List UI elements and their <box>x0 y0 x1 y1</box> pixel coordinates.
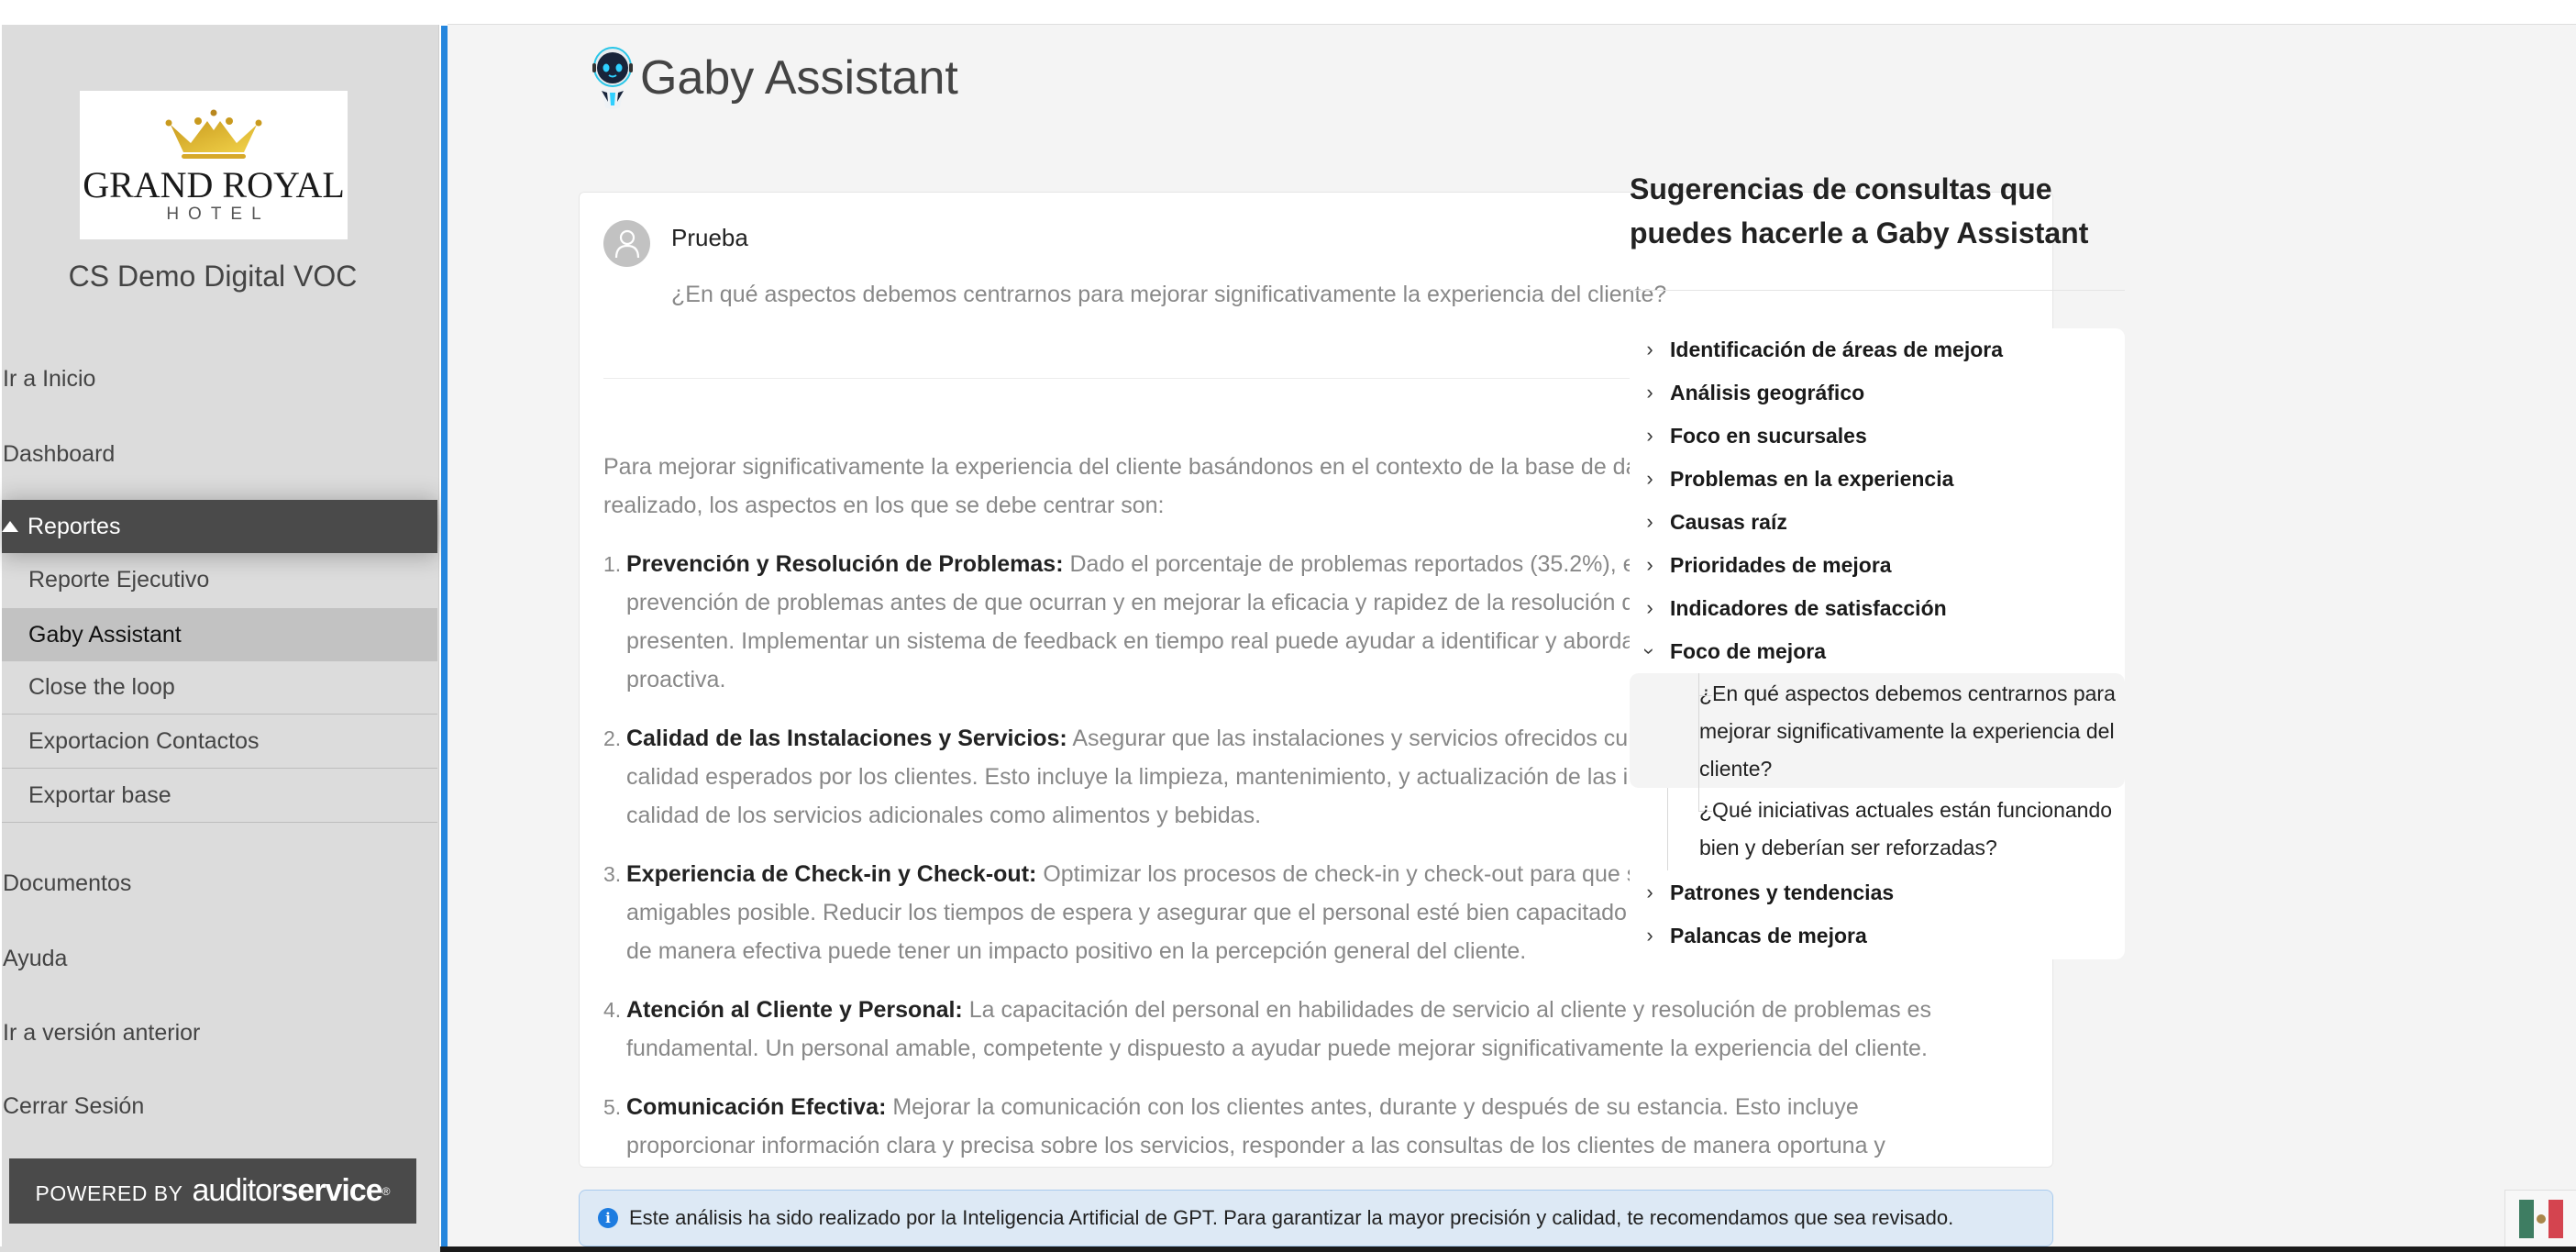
category-label: Patrones y tendencias <box>1670 880 1895 904</box>
nav-subitem-exportar-base[interactable]: Exportar base <box>2 770 437 823</box>
crown-icon <box>165 109 262 159</box>
nav-subitem-close-the-loop[interactable]: Close the loop <box>2 661 437 715</box>
nav-item-version-anterior[interactable]: Ir a versión anterior <box>2 1020 439 1047</box>
point-number: 1. <box>603 552 622 576</box>
suggestions-title: Sugerencias de consultas que puedes hace… <box>1630 172 2089 249</box>
user-name: Prueba <box>671 224 748 251</box>
user-message-text: ¿En qué aspectos debemos centrarnos para… <box>671 282 1667 307</box>
suggestion-category[interactable]: › Causas raíz <box>1630 501 2125 543</box>
powered-by-brand-bold: service <box>281 1173 382 1208</box>
point-title: Experiencia de Check-in y Check-out: <box>626 861 1037 887</box>
category-label: Foco de mejora <box>1670 638 1826 663</box>
suggestion-category-expanded[interactable]: › Foco de mejora <box>1630 630 2125 672</box>
top-strip <box>0 0 2576 24</box>
nav-subitem-reporte-ejecutivo[interactable]: Reporte Ejecutivo <box>2 553 437 606</box>
ai-disclaimer-banner: i Este análisis ha sido realizado por la… <box>579 1190 2053 1246</box>
suggestion-category[interactable]: › Palancas de mejora <box>1630 914 2125 957</box>
main-content: Gaby Assistant Prueba ¿En qué aspectos d… <box>448 24 2576 1246</box>
category-label: Análisis geográfico <box>1670 380 1865 404</box>
user-icon <box>614 229 639 258</box>
chevron-right-icon: › <box>1646 424 1653 447</box>
suggestion-category[interactable]: › Indicadores de satisfacción <box>1630 587 2125 629</box>
hotel-logo: GRAND ROYAL HOTEL <box>80 91 348 239</box>
nav-item-dashboard[interactable]: Dashboard <box>2 441 439 468</box>
page-title: Gaby Assistant <box>640 51 958 105</box>
nav-subitem-gaby-assistant[interactable]: Gaby Assistant <box>2 608 437 661</box>
page-header: Gaby Assistant <box>592 45 958 111</box>
logo-title: GRAND ROYAL <box>83 163 345 205</box>
chevron-right-icon: › <box>1646 381 1653 404</box>
suggestion-query-active[interactable]: ¿En qué aspectos debemos centrarnos para… <box>1630 673 2125 788</box>
sidebar: GRAND ROYAL HOTEL CS Demo Digital VOC Ir… <box>2 25 439 1246</box>
nav-subitem-exportacion-contactos[interactable]: Exportacion Contactos <box>2 715 437 769</box>
category-label: Problemas en la experiencia <box>1670 466 1954 491</box>
point-title: Comunicación Efectiva: <box>626 1094 887 1120</box>
brand-name: CS Demo Digital VOC <box>68 260 358 293</box>
nav-group-label: Reportes <box>28 513 121 539</box>
tree-branch-line <box>1698 695 1712 696</box>
answer-point: 4. Atención al Cliente y Personal: La cap… <box>603 991 2034 1068</box>
powered-by-banner: POWERED BY auditor service ® <box>9 1158 416 1224</box>
info-icon: i <box>598 1208 618 1228</box>
suggestion-category[interactable]: › Patrones y tendencias <box>1630 871 2125 914</box>
chevron-right-icon: › <box>1646 467 1653 490</box>
suggestion-category[interactable]: › Análisis geográfico <box>1630 371 2125 414</box>
category-label: Prioridades de mejora <box>1670 552 1892 577</box>
category-label: Palancas de mejora <box>1670 923 1867 947</box>
suggestions-tree: › Identificación de áreas de mejora › Anál… <box>1630 328 2125 959</box>
category-label: Indicadores de satisfacción <box>1670 595 1947 620</box>
point-number: 3. <box>603 862 622 886</box>
point-title: Prevención y Resolución de Problemas: <box>626 551 1064 577</box>
user-avatar <box>603 220 650 267</box>
suggestion-category[interactable]: › Foco en sucursales <box>1630 415 2125 457</box>
point-title: Atención al Cliente y Personal: <box>626 997 963 1023</box>
suggestion-category[interactable]: › Prioridades de mejora <box>1630 544 2125 586</box>
nav-group-reportes[interactable]: Reportes <box>2 500 437 553</box>
powered-by-brand-light: auditor <box>192 1173 282 1208</box>
category-label: Identificación de áreas de mejora <box>1670 337 2004 361</box>
suggestion-category[interactable]: › Problemas en la experiencia <box>1630 458 2125 500</box>
point-number: 2. <box>603 726 622 750</box>
mexico-flag-icon <box>2518 1199 2563 1238</box>
disclaimer-text: Este análisis ha sido realizado por la I… <box>629 1206 1954 1229</box>
logo-subtitle: HOTEL <box>166 204 271 224</box>
point-number: 4. <box>603 998 622 1022</box>
chevron-right-icon: › <box>1646 881 1653 903</box>
point-number: 5. <box>603 1095 622 1119</box>
registered-mark: ® <box>381 1184 391 1198</box>
bottom-edge-sidebar <box>0 1246 440 1252</box>
chevron-right-icon: › <box>1646 924 1653 947</box>
robot-icon <box>592 47 633 109</box>
suggestion-category[interactable]: › Identificación de áreas de mejora <box>1630 328 2125 371</box>
nav-item-documentos[interactable]: Documentos <box>2 870 439 897</box>
category-label: Causas raíz <box>1670 509 1787 534</box>
tree-branch-line <box>1698 673 1699 811</box>
chevron-down-icon: › <box>1638 648 1662 655</box>
answer-point: 5. Comunicación Efectiva: Mejorar la comu… <box>603 1088 2034 1165</box>
language-selector[interactable] <box>2504 1190 2576 1246</box>
suggestion-query[interactable]: ¿Qué iniciativas actuales están funciona… <box>1630 792 2125 867</box>
point-title: Calidad de las Instalaciones y Servicios… <box>626 726 1067 751</box>
suggestions-divider <box>1630 290 2125 291</box>
nav-item-cerrar-sesion[interactable]: Cerrar Sesión <box>2 1093 439 1120</box>
nav-item-inicio[interactable]: Ir a Inicio <box>2 366 439 393</box>
category-label: Foco en sucursales <box>1670 423 1867 448</box>
nav-item-ayuda[interactable]: Ayuda <box>2 946 439 972</box>
powered-by-prefix: POWERED BY <box>35 1181 183 1205</box>
chevron-right-icon: › <box>1646 553 1653 576</box>
chevron-right-icon: › <box>1646 596 1653 619</box>
chevron-right-icon: › <box>1646 338 1653 360</box>
chevron-right-icon: › <box>1646 510 1653 533</box>
caret-up-icon <box>2 521 18 532</box>
